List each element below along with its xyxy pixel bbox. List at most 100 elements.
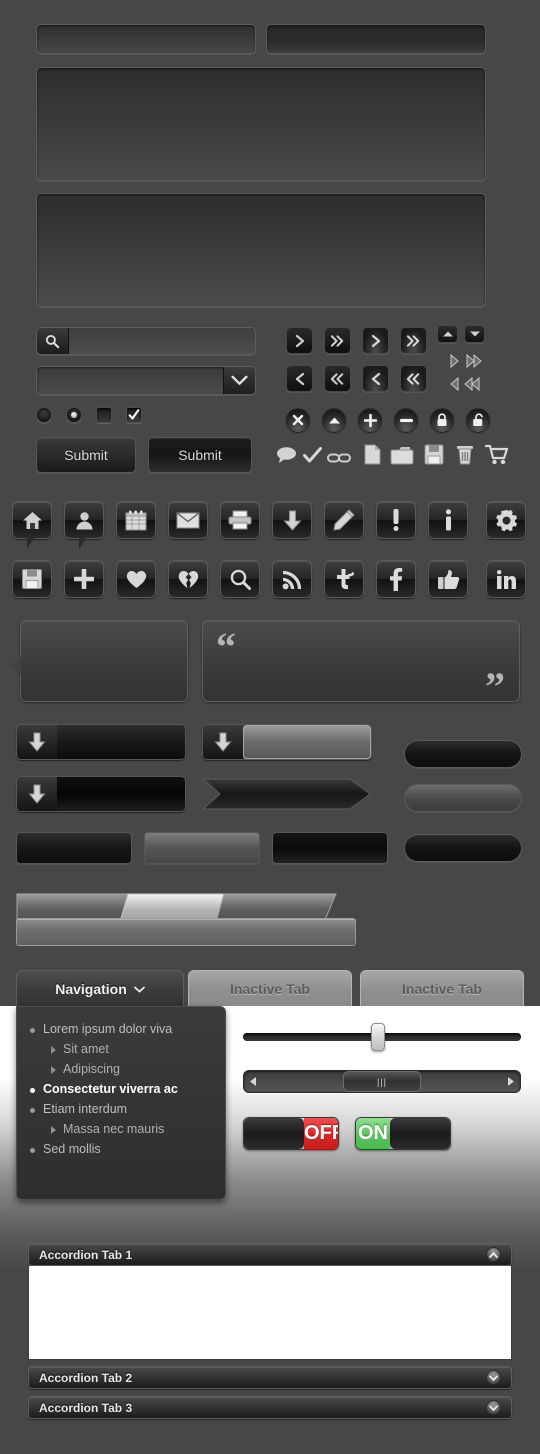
tile-rss-icon[interactable] (272, 560, 312, 598)
chevron-up-icon[interactable] (486, 1247, 501, 1262)
search-icon[interactable] (37, 328, 69, 354)
lock-open-icon-button[interactable] (466, 408, 490, 432)
pagination-first-button-alt[interactable] (400, 365, 427, 392)
pagination-last-button[interactable] (324, 327, 351, 354)
scrollbar-thumb[interactable]: ||| (343, 1071, 421, 1092)
comment-icon[interactable] (276, 446, 297, 463)
pill-button-bottom[interactable] (404, 834, 522, 862)
slider-handle[interactable] (371, 1023, 385, 1051)
caret-left-icon[interactable] (249, 1076, 257, 1087)
pagination-prev-button-alt[interactable] (362, 365, 389, 392)
menu-item[interactable]: Massa nec mauris (17, 1119, 225, 1139)
toggle-knob[interactable] (244, 1118, 304, 1149)
radio-checked[interactable] (66, 407, 82, 423)
download-button-black[interactable] (16, 776, 186, 812)
tile-facebook-icon[interactable] (376, 560, 416, 598)
tab-navigation[interactable]: Navigation (16, 970, 184, 1007)
search-input[interactable] (69, 328, 255, 354)
double-triangle-right-icon[interactable] (466, 354, 482, 368)
menu-item[interactable]: Adipiscing (17, 1059, 225, 1079)
rect-button-grey[interactable] (144, 832, 260, 864)
download-button-dark-label (57, 725, 185, 759)
rect-button-dark[interactable] (16, 832, 132, 864)
accordion-header-1[interactable]: Accordion Tab 1 (28, 1243, 512, 1266)
close-icon-button[interactable] (286, 408, 310, 432)
caret-up-icon-button[interactable] (322, 408, 346, 432)
menu-item[interactable]: Etiam interdum (17, 1099, 225, 1119)
tile-pencil-icon[interactable] (324, 501, 364, 539)
toggle-knob[interactable] (390, 1118, 450, 1149)
minus-icon-button[interactable] (394, 408, 418, 432)
spinner-up-button[interactable] (437, 325, 458, 343)
triangle-right-icon[interactable] (450, 354, 459, 368)
textarea-b[interactable] (36, 193, 486, 307)
menu-item[interactable]: Sit amet (17, 1039, 225, 1059)
pagination-first-button[interactable] (324, 365, 351, 392)
caret-right-icon (51, 1126, 56, 1134)
accordion-header-3[interactable]: Accordion Tab 3 (28, 1396, 512, 1419)
cart-icon[interactable] (485, 444, 509, 465)
file-icon[interactable] (364, 444, 381, 465)
trash-icon[interactable] (456, 444, 474, 465)
chevron-down-icon[interactable] (486, 1370, 501, 1385)
pill-button-grey[interactable] (404, 784, 522, 812)
tile-heart-icon[interactable] (116, 560, 156, 598)
checkbox-unchecked[interactable] (96, 407, 112, 423)
chevron-ribbon-button[interactable] (202, 778, 372, 810)
floppy-save-icon[interactable] (424, 444, 444, 465)
caret-right-icon[interactable] (507, 1076, 515, 1087)
rect-button-black[interactable] (272, 832, 388, 864)
tile-floppy-save-icon[interactable] (12, 560, 52, 598)
chevron-down-icon[interactable] (223, 367, 255, 394)
tile-home-icon[interactable] (12, 501, 52, 549)
pill-button-dark[interactable] (404, 740, 522, 768)
tile-gear-icon[interactable] (486, 501, 526, 539)
text-input-b[interactable] (266, 24, 486, 54)
double-triangle-left-icon[interactable] (464, 377, 480, 391)
tile-broken-heart-icon[interactable] (168, 560, 208, 598)
chevron-down-icon[interactable] (486, 1400, 501, 1415)
download-button-dark[interactable] (16, 724, 186, 760)
plus-icon-button[interactable] (358, 408, 382, 432)
spinner-down-button[interactable] (464, 325, 485, 343)
search-bar[interactable] (36, 327, 256, 355)
text-input-a[interactable] (36, 24, 256, 54)
check-icon[interactable] (303, 447, 322, 463)
tile-user-pin-icon[interactable] (64, 501, 104, 549)
tile-download-arrow-icon[interactable] (272, 501, 312, 539)
tile-info-icon[interactable] (428, 501, 468, 539)
toggle-switch-on[interactable]: ON (355, 1117, 451, 1150)
tile-printer-icon[interactable] (220, 501, 260, 539)
tile-envelope-icon[interactable] (168, 501, 208, 539)
tab-inactive-2[interactable]: Inactive Tab (360, 970, 524, 1007)
tile-exclamation-icon[interactable] (376, 501, 416, 539)
toggle-switch-off[interactable]: OFF (243, 1117, 339, 1150)
pagination-prev-button[interactable] (286, 365, 313, 392)
submit-button-secondary[interactable]: Submit (148, 437, 252, 473)
submit-button-primary[interactable]: Submit (36, 437, 136, 473)
pagination-last-button-alt[interactable] (400, 327, 427, 354)
tile-thumbs-up-icon[interactable] (428, 560, 468, 598)
lock-closed-icon-button[interactable] (430, 408, 454, 432)
pagination-next-button[interactable] (286, 327, 313, 354)
folder-icon[interactable] (390, 446, 414, 465)
download-button-light[interactable] (202, 724, 372, 760)
tile-plus-icon[interactable] (64, 560, 104, 598)
select-dropdown[interactable] (36, 366, 256, 395)
menu-item-current[interactable]: Consectetur viverra ac (17, 1079, 225, 1099)
triangle-left-icon[interactable] (450, 377, 459, 391)
tile-search-icon[interactable] (220, 560, 260, 598)
textarea-a[interactable] (36, 67, 486, 181)
accordion-header-2[interactable]: Accordion Tab 2 (28, 1366, 512, 1389)
caret-right-icon (51, 1066, 56, 1074)
menu-item[interactable]: Sed mollis (17, 1139, 225, 1159)
tile-twitter-icon[interactable] (324, 560, 364, 598)
radio-unchecked[interactable] (36, 407, 52, 423)
tile-linkedin-icon[interactable] (486, 560, 526, 598)
menu-item[interactable]: Lorem ipsum dolor viva (17, 1019, 225, 1039)
checkbox-checked[interactable] (126, 407, 142, 423)
link-icon[interactable] (327, 452, 351, 464)
tab-inactive-1[interactable]: Inactive Tab (188, 970, 352, 1007)
pagination-next-button-alt[interactable] (362, 327, 389, 354)
tile-calendar-icon[interactable] (116, 501, 156, 539)
